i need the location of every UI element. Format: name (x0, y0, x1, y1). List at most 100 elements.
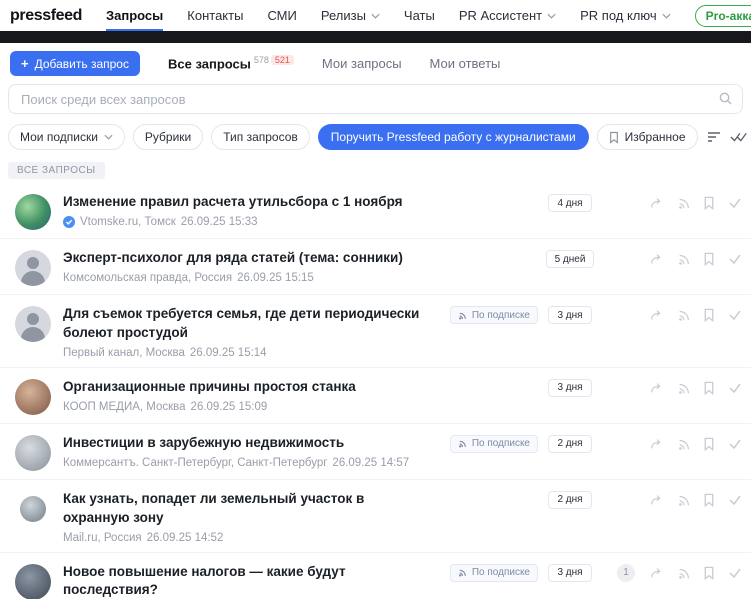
check-icon[interactable] (728, 382, 742, 394)
nav-item-requests[interactable]: Запросы (106, 0, 163, 31)
nav-item-releases[interactable]: Релизы (321, 0, 380, 31)
request-title[interactable]: Для съемок требуется семья, где дети пер… (63, 305, 426, 343)
request-row[interactable]: Организационные причины простоя станка К… (0, 368, 751, 424)
request-title[interactable]: Изменение правил расчета утильсбора с 1 … (63, 193, 426, 212)
nav-label: PR под ключ (580, 8, 657, 23)
add-request-label: Добавить запрос (35, 57, 129, 71)
favorites-button[interactable]: Избранное (597, 124, 698, 150)
days-left-badge: 3 дня (548, 379, 591, 397)
check-icon[interactable] (728, 567, 742, 579)
request-source[interactable]: Vtomske.ru, Томск (80, 216, 176, 228)
request-content: Для съемок требуется семья, где дети пер… (63, 303, 426, 359)
dark-divider-strip (0, 31, 751, 43)
check-icon[interactable] (728, 253, 742, 265)
my-subscriptions-filter[interactable]: Мои подписки (8, 124, 125, 150)
check-icon[interactable] (728, 309, 742, 321)
request-actions: По подписке 3 дня (438, 303, 742, 324)
rubrics-filter[interactable]: Рубрики (133, 124, 203, 150)
check-icon[interactable] (728, 494, 742, 506)
days-left-badge: 3 дня (548, 306, 591, 324)
nav-item-chats[interactable]: Чаты (404, 0, 435, 31)
search-icon[interactable] (718, 91, 733, 111)
share-icon[interactable] (650, 493, 664, 507)
share-icon[interactable] (650, 252, 664, 266)
subscription-badge-label: По подписке (472, 438, 530, 449)
request-title[interactable]: Инвестиции в зарубежную недвижимость (63, 434, 426, 453)
share-icon[interactable] (650, 308, 664, 322)
subscription-badge: По подписке (450, 564, 538, 582)
pressfeed-logo[interactable]: pressfeed (10, 7, 82, 25)
request-row[interactable]: Эксперт-психолог для ряда статей (тема: … (0, 239, 751, 295)
rss-icon[interactable] (677, 381, 691, 395)
sort-icon[interactable] (706, 126, 722, 148)
bookmark-icon[interactable] (703, 437, 715, 451)
share-icon[interactable] (650, 437, 664, 451)
nav-label: Контакты (187, 8, 243, 23)
tab-label: Мои ответы (430, 56, 501, 71)
filter-label: Мои подписки (20, 130, 98, 144)
request-title[interactable]: Как узнать, попадет ли земельный участок… (63, 490, 426, 528)
request-actions: 4 дня (438, 191, 742, 212)
answers-count-badge[interactable]: 1 (617, 564, 635, 582)
request-content: Как узнать, попадет ли земельный участок… (63, 488, 426, 544)
request-source[interactable]: Коммерсантъ. Санкт-Петербург, Санкт-Пете… (63, 457, 327, 469)
share-icon[interactable] (650, 196, 664, 210)
bookmark-icon[interactable] (703, 252, 715, 266)
bookmark-icon[interactable] (703, 308, 715, 322)
tab-my-answers[interactable]: Мои ответы (430, 56, 501, 71)
request-row[interactable]: Инвестиции в зарубежную недвижимость Ком… (0, 424, 751, 480)
request-source[interactable]: Первый канал, Москва (63, 347, 185, 359)
nav-item-pr-assistant[interactable]: PR Ассистент (459, 0, 556, 31)
rss-icon[interactable] (677, 308, 691, 322)
request-row[interactable]: Новое повышение налогов — какие будут по… (0, 553, 751, 599)
bookmark-icon[interactable] (703, 566, 715, 580)
hire-pressfeed-button[interactable]: Поручить Pressfeed работу с журналистами (318, 124, 589, 150)
request-source[interactable]: Mail.ru, Россия (63, 532, 142, 544)
add-request-button[interactable]: + Добавить запрос (10, 51, 140, 76)
check-icon[interactable] (728, 197, 742, 209)
rss-icon[interactable] (677, 437, 691, 451)
tab-my-requests[interactable]: Мои запросы (322, 56, 402, 71)
bookmark-icon[interactable] (703, 493, 715, 507)
verified-icon (63, 216, 75, 228)
top-navbar: pressfeed Запросы Контакты СМИ Релизы Ча… (0, 0, 751, 31)
request-type-filter[interactable]: Тип запросов (211, 124, 310, 150)
pro-account-button[interactable]: Pro-аккаунт NEW (695, 5, 751, 27)
tab-all-requests[interactable]: Все запросы578521 (168, 55, 294, 71)
request-content: Инвестиции в зарубежную недвижимость Ком… (63, 432, 426, 469)
rss-icon[interactable] (677, 196, 691, 210)
share-icon[interactable] (650, 566, 664, 580)
request-title[interactable]: Новое повышение налогов — какие будут по… (63, 563, 426, 599)
plus-icon: + (21, 56, 29, 71)
request-content: Изменение правил расчета утильсбора с 1 … (63, 191, 426, 228)
rss-icon[interactable] (677, 566, 691, 580)
bookmark-icon[interactable] (703, 196, 715, 210)
request-row[interactable]: Как узнать, попадет ли земельный участок… (0, 480, 751, 553)
request-title[interactable]: Эксперт-психолог для ряда статей (тема: … (63, 249, 426, 268)
check-icon[interactable] (728, 438, 742, 450)
rss-icon[interactable] (677, 493, 691, 507)
search-input[interactable] (8, 84, 743, 114)
avatar (15, 379, 51, 415)
nav-item-smi[interactable]: СМИ (267, 0, 296, 31)
rss-icon[interactable] (677, 252, 691, 266)
request-row[interactable]: Изменение правил расчета утильсбора с 1 … (0, 183, 751, 239)
bookmark-icon[interactable] (703, 381, 715, 395)
filter-label: Избранное (625, 130, 686, 144)
mark-all-read-icon[interactable] (730, 126, 748, 148)
nav-item-contacts[interactable]: Контакты (187, 0, 243, 31)
request-title[interactable]: Организационные причины простоя станка (63, 378, 426, 397)
nav-item-pr-turnkey[interactable]: PR под ключ (580, 0, 671, 31)
request-date: 26.09.25 14:52 (147, 532, 224, 544)
request-source[interactable]: КООП МЕДИА, Москва (63, 401, 186, 413)
request-row[interactable]: Для съемок требуется семья, где дети пер… (0, 295, 751, 368)
share-icon[interactable] (650, 381, 664, 395)
bookmark-icon (609, 131, 619, 144)
chevron-down-icon (371, 13, 380, 19)
request-date: 26.09.25 15:09 (191, 401, 268, 413)
subscription-badge: По подписке (450, 435, 538, 453)
days-left-badge: 2 дня (548, 435, 591, 453)
chevron-down-icon (662, 13, 671, 19)
request-source[interactable]: Комсомольская правда, Россия (63, 272, 232, 284)
avatar (15, 306, 51, 342)
